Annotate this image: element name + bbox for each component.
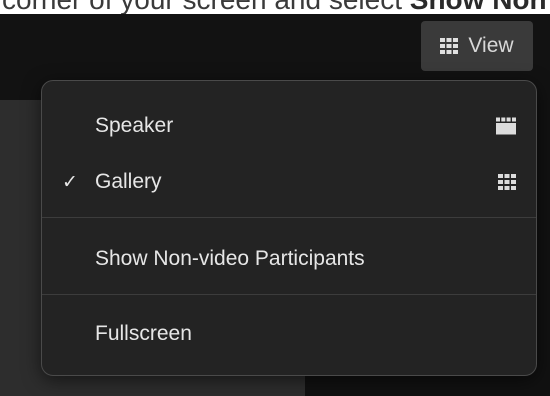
grid-icon <box>440 38 459 54</box>
menu-item-speaker[interactable]: Speaker <box>42 101 536 151</box>
menu-item-label: Speaker <box>95 114 174 137</box>
menu-item-show-non-video-participants[interactable]: Show Non-video Participants <box>42 234 536 284</box>
checkmark-icon: ✓ <box>62 171 78 193</box>
speaker-layout-icon <box>496 117 516 135</box>
instruction-caption: corner of your screen and select Show No… <box>0 0 550 14</box>
view-button-label: View <box>468 34 514 57</box>
menu-divider <box>42 217 536 218</box>
menu-item-fullscreen[interactable]: Fullscreen <box>42 309 536 359</box>
menu-item-label: Fullscreen <box>95 322 192 345</box>
menu-item-gallery[interactable]: ✓ Gallery <box>42 157 536 207</box>
caption-bold-text: Show Non <box>410 0 547 14</box>
menu-item-label: Gallery <box>95 170 162 193</box>
gallery-grid-icon <box>498 174 516 190</box>
screen: corner of your screen and select Show No… <box>0 0 550 396</box>
view-dropdown-menu: Speaker ✓ Gallery Show Non-video Partici… <box>41 80 537 376</box>
menu-divider <box>42 294 536 295</box>
menu-item-label: Show Non-video Participants <box>95 247 365 270</box>
view-button[interactable]: View <box>421 21 533 71</box>
caption-text: corner of your screen and select <box>2 0 410 14</box>
